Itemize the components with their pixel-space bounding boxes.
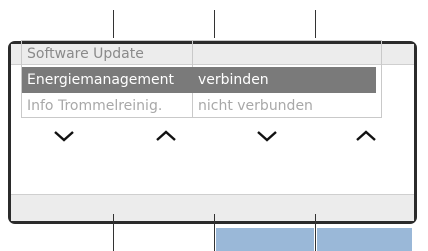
dialog-footer <box>11 194 414 221</box>
tab-divider <box>214 10 215 38</box>
tab-divider <box>214 214 215 251</box>
tab-divider <box>113 10 114 38</box>
list-item-info-trommelreinigung[interactable]: Info Trommelreinig. nicht verbunden <box>22 93 381 119</box>
list-item-label: Energiemanagement <box>27 72 175 88</box>
tab-divider <box>315 214 316 251</box>
chevron-down-icon[interactable] <box>256 129 278 143</box>
list-item-value: nicht verbunden <box>198 98 313 114</box>
bottom-tab-active[interactable] <box>317 228 412 251</box>
list-item-software-update[interactable]: Software Update <box>22 41 381 67</box>
list-item-value: verbinden <box>198 72 269 88</box>
chevron-up-icon[interactable] <box>355 129 377 143</box>
list-item-energiemanagement[interactable]: Energiemanagement verbinden <box>22 67 376 93</box>
settings-list: Software Update Energiemanagement verbin… <box>21 40 382 118</box>
list-item-label: Info Trommelreinig. <box>27 98 163 114</box>
chevron-up-icon[interactable] <box>155 129 177 143</box>
list-item-label: Software Update <box>27 46 144 62</box>
tab-divider <box>113 214 114 251</box>
chevron-down-icon[interactable] <box>53 129 75 143</box>
bottom-tab-active[interactable] <box>216 228 314 251</box>
tab-divider <box>315 10 316 38</box>
